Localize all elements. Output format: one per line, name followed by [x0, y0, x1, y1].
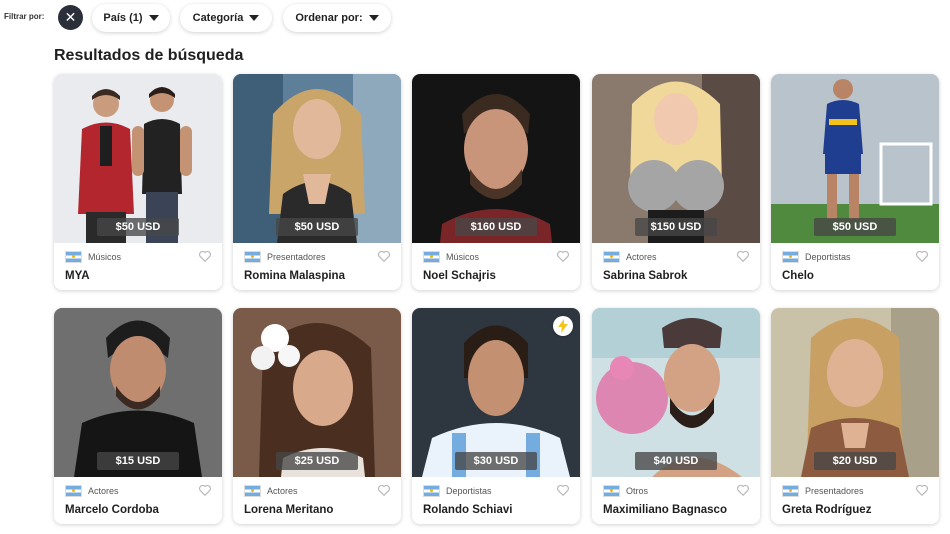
- price-badge: $30 USD: [455, 452, 537, 470]
- talent-card[interactable]: $50 USD Músicos MYA: [54, 74, 222, 290]
- caret-down-icon: [148, 15, 159, 21]
- talent-name: Marcelo Cordoba: [65, 504, 159, 516]
- talent-name: Chelo: [782, 270, 814, 282]
- talent-card[interactable]: $50 USD Deportistas Chelo: [771, 74, 939, 290]
- price-badge: $150 USD: [635, 218, 717, 236]
- argentina-flag-icon: [782, 485, 799, 497]
- price-badge: $50 USD: [276, 218, 358, 236]
- heart-icon[interactable]: [556, 249, 570, 263]
- talent-card[interactable]: $50 USD Presentadores Romina Malaspina: [233, 74, 401, 290]
- close-icon: ✕: [64, 9, 77, 25]
- heart-icon[interactable]: [198, 249, 212, 263]
- caret-down-icon: [368, 15, 379, 21]
- talent-card[interactable]: $15 USD Actores Marcelo Cordoba: [54, 308, 222, 524]
- heart-icon[interactable]: [377, 483, 391, 497]
- talent-name: Rolando Schiavi: [423, 504, 513, 516]
- sort-dropdown[interactable]: Ordenar por:: [283, 4, 391, 32]
- talent-category: Actores: [267, 486, 298, 496]
- price-badge: $25 USD: [276, 452, 358, 470]
- heart-icon[interactable]: [736, 249, 750, 263]
- price-badge: $40 USD: [635, 452, 717, 470]
- talent-name: Noel Schajris: [423, 270, 496, 282]
- talent-name: Sabrina Sabrok: [603, 270, 688, 282]
- price-badge: $160 USD: [455, 218, 537, 236]
- talent-card[interactable]: $160 USD Músicos Noel Schajris: [412, 74, 580, 290]
- country-filter-dropdown[interactable]: País (1): [92, 4, 170, 32]
- price-badge: $50 USD: [814, 218, 896, 236]
- talent-category: Deportistas: [805, 252, 851, 262]
- heart-icon[interactable]: [377, 249, 391, 263]
- argentina-flag-icon: [423, 485, 440, 497]
- heart-icon[interactable]: [736, 483, 750, 497]
- price-badge: $50 USD: [97, 218, 179, 236]
- sort-label: Ordenar por:: [295, 12, 363, 24]
- argentina-flag-icon: [65, 485, 82, 497]
- filter-bar: Filtrar por: ✕ País (1) Categoría Ordena…: [0, 0, 950, 36]
- argentina-flag-icon: [244, 251, 261, 263]
- category-filter-label: Categoría: [192, 12, 244, 24]
- talent-name: Maximiliano Bagnasco: [603, 504, 727, 516]
- talent-card[interactable]: $25 USD Actores Lorena Meritano: [233, 308, 401, 524]
- talent-category: Otros: [626, 486, 649, 496]
- heart-icon[interactable]: [915, 483, 929, 497]
- talent-card[interactable]: $30 USD Deportistas Rolando Schiavi: [412, 308, 580, 524]
- argentina-flag-icon: [65, 251, 82, 263]
- talent-category: Presentadores: [805, 486, 864, 496]
- heart-icon[interactable]: [198, 483, 212, 497]
- talent-category: Deportistas: [446, 486, 492, 496]
- category-filter-dropdown[interactable]: Categoría: [180, 4, 272, 32]
- argentina-flag-icon: [423, 251, 440, 263]
- talent-category: Músicos: [88, 252, 122, 262]
- talent-name: Lorena Meritano: [244, 504, 334, 516]
- talent-name: Greta Rodríguez: [782, 504, 872, 516]
- results-title: Resultados de búsqueda: [54, 47, 244, 64]
- talent-category: Actores: [88, 486, 119, 496]
- price-badge: $15 USD: [97, 452, 179, 470]
- talent-name: MYA: [65, 270, 90, 282]
- price-badge: $20 USD: [814, 452, 896, 470]
- lightning-icon: [553, 316, 573, 336]
- caret-down-icon: [249, 15, 260, 21]
- argentina-flag-icon: [603, 485, 620, 497]
- argentina-flag-icon: [603, 251, 620, 263]
- country-filter-label: País (1): [103, 12, 143, 24]
- talent-category: Presentadores: [267, 252, 326, 262]
- argentina-flag-icon: [244, 485, 261, 497]
- argentina-flag-icon: [782, 251, 799, 263]
- talent-card[interactable]: $40 USD Otros Maximiliano Bagnasco: [592, 308, 760, 524]
- talent-card[interactable]: $20 USD Presentadores Greta Rodríguez: [771, 308, 939, 524]
- talent-category: Músicos: [446, 252, 480, 262]
- filter-label: Filtrar por:: [4, 12, 45, 21]
- talent-card[interactable]: $150 USD Actores Sabrina Sabrok: [592, 74, 760, 290]
- clear-filters-button[interactable]: ✕: [58, 5, 83, 30]
- talent-name: Romina Malaspina: [244, 270, 345, 282]
- heart-icon[interactable]: [915, 249, 929, 263]
- heart-icon[interactable]: [556, 483, 570, 497]
- talent-category: Actores: [626, 252, 657, 262]
